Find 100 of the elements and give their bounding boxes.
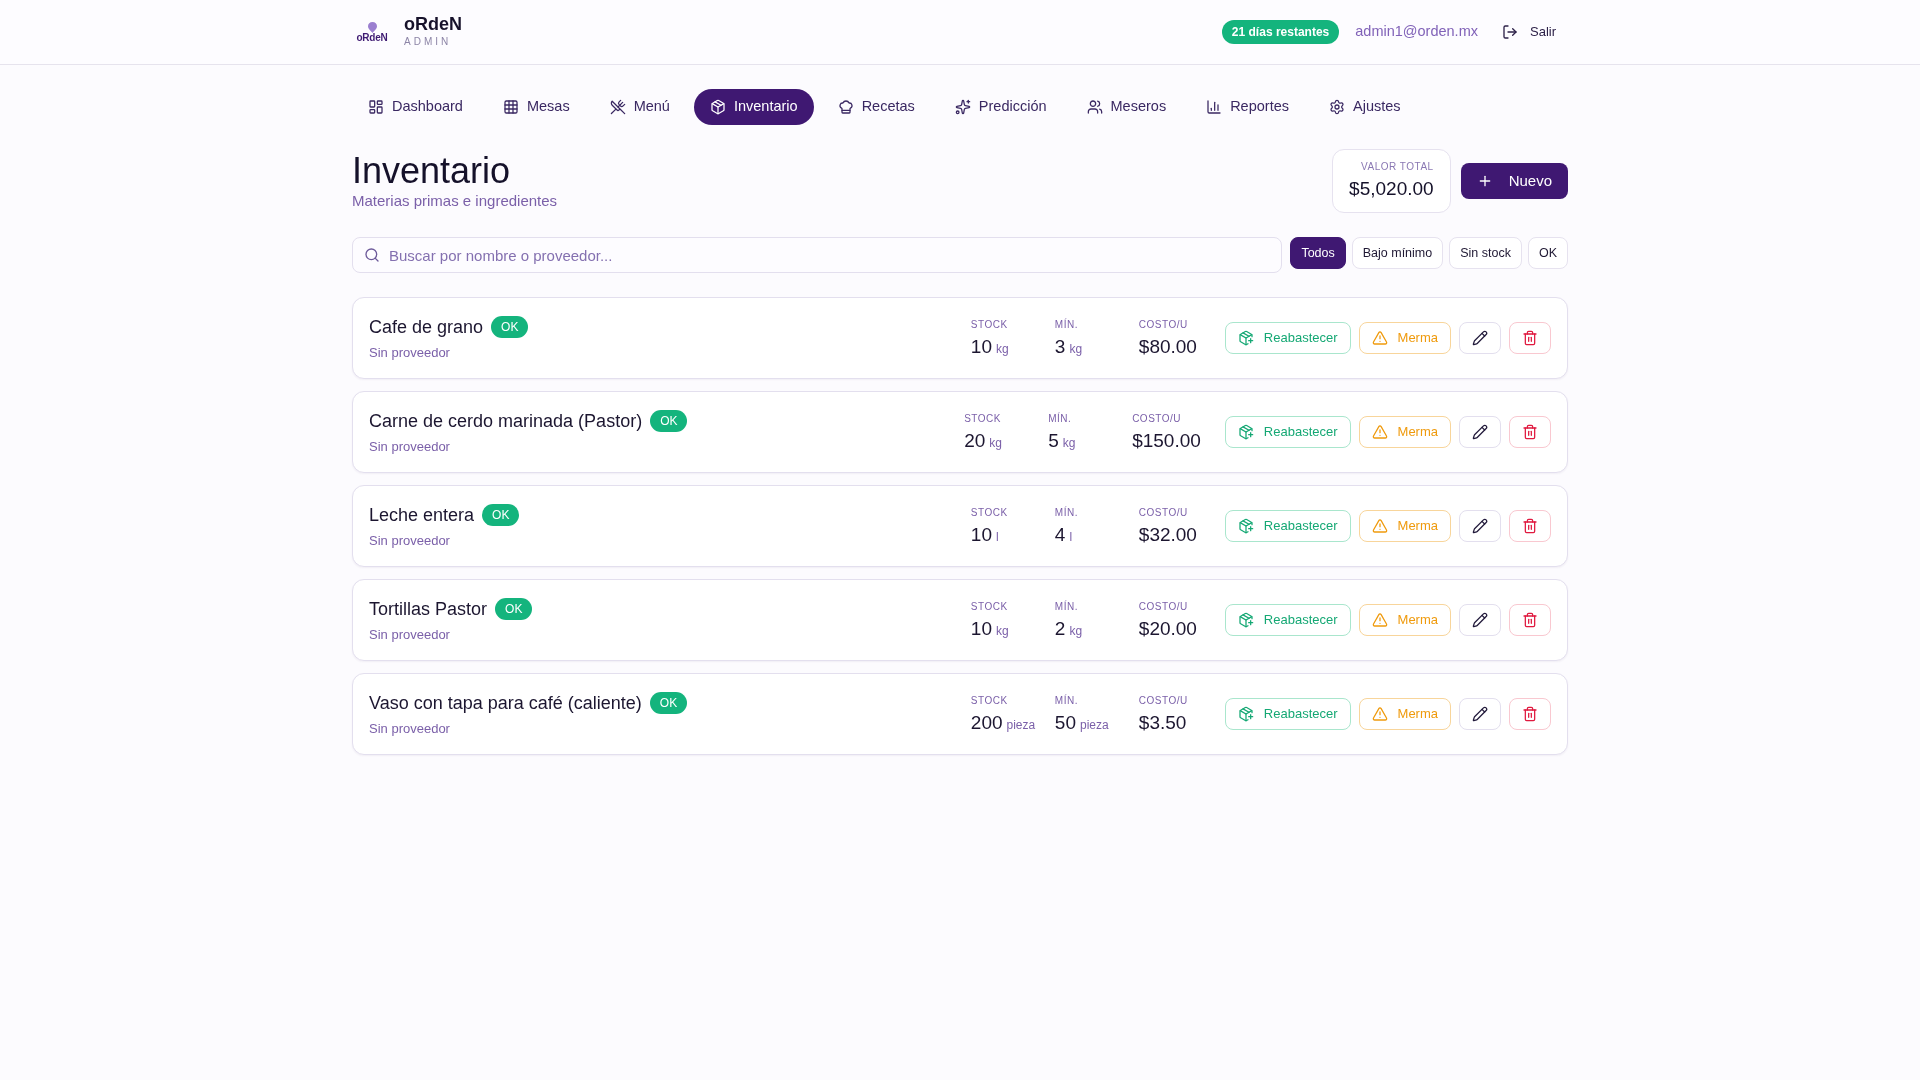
user-email: admin1@orden.mx <box>1355 22 1478 42</box>
filter-button[interactable]: Todos <box>1290 237 1346 269</box>
stat-value: $20.00 <box>1138 617 1197 641</box>
filter-button[interactable]: Sin stock <box>1449 237 1522 269</box>
item-name: Cafe de grano <box>369 316 484 339</box>
stat-value: 50 <box>1054 711 1076 735</box>
nav-tab[interactable]: Inventario <box>693 89 814 125</box>
delete-button[interactable] <box>1509 510 1551 542</box>
grid-icon <box>502 99 519 115</box>
supplier-text: Sin proveedor <box>369 720 451 738</box>
stat-value: 2 <box>1054 617 1066 641</box>
stat-label: COSTO/U <box>1138 318 1189 332</box>
warning-icon <box>1371 612 1388 628</box>
search-icon <box>364 247 380 263</box>
unit-label: l <box>995 529 999 546</box>
trash-icon <box>1522 330 1538 346</box>
stat-label: MÍN. <box>1054 317 1079 332</box>
stat-value: 10 <box>970 617 992 641</box>
filter-button[interactable]: Bajo mínimo <box>1351 237 1444 269</box>
stat-label: COSTO/U <box>1132 412 1183 426</box>
dashboard-icon <box>368 99 384 115</box>
stat-value: $3.50 <box>1138 711 1187 735</box>
delete-button[interactable] <box>1509 416 1551 448</box>
warning-icon <box>1371 424 1388 440</box>
nav-tab[interactable]: Mesas <box>486 89 586 125</box>
nav-tab[interactable]: Recetas <box>821 89 931 125</box>
warning-icon <box>1371 518 1388 534</box>
trial-badge: 21 días restantes <box>1221 20 1340 44</box>
page-title: Inventario <box>352 151 512 191</box>
unit-label: l <box>1069 529 1073 546</box>
pencil-icon <box>1472 612 1488 628</box>
stat-label: COSTO/U <box>1138 600 1189 614</box>
edit-button[interactable] <box>1459 698 1501 730</box>
nav-tab[interactable]: Menú <box>593 89 686 125</box>
item-name: Carne de cerdo marinada (Pastor) <box>369 410 643 433</box>
stat-value: 10 <box>970 523 992 547</box>
unit-label: kg <box>995 623 1009 640</box>
trash-icon <box>1522 612 1538 628</box>
stat-label: MÍN. <box>1054 599 1079 614</box>
stat-label: MÍN. <box>1054 693 1079 708</box>
box-plus-icon <box>1237 330 1254 346</box>
stat-label: STOCK <box>964 412 1002 426</box>
logout-button[interactable]: Salir <box>1490 16 1568 48</box>
supplier-text: Sin proveedor <box>369 626 451 644</box>
logo-text: oRdeN <box>356 32 388 43</box>
status-badge: OK <box>491 316 529 338</box>
delete-button[interactable] <box>1509 604 1551 636</box>
pencil-icon <box>1472 518 1488 534</box>
filter-button[interactable]: OK <box>1527 237 1568 269</box>
unit-label: kg <box>1069 341 1083 358</box>
unit-label: kg <box>1062 435 1076 452</box>
utensils-icon <box>609 99 626 115</box>
edit-button[interactable] <box>1459 322 1501 354</box>
search-field[interactable]: Buscar por nombre o proveedor... <box>352 237 1283 273</box>
page-subtitle: Materias primas e ingredientes <box>352 191 558 211</box>
edit-button[interactable] <box>1459 510 1501 542</box>
trash-icon <box>1522 706 1538 722</box>
trash-icon <box>1522 424 1538 440</box>
trash-icon <box>1522 518 1538 534</box>
pencil-icon <box>1472 330 1488 346</box>
nav-tab[interactable]: Dashboard <box>352 89 479 125</box>
warning-icon <box>1371 706 1388 722</box>
box-plus-icon <box>1237 424 1254 440</box>
new-button[interactable]: Nuevo <box>1460 163 1568 199</box>
stat-value: $150.00 <box>1132 429 1201 453</box>
chef-hat-icon <box>837 99 854 115</box>
edit-button[interactable] <box>1459 604 1501 636</box>
total-value: $5,020.00 <box>1349 177 1434 201</box>
edit-button[interactable] <box>1459 416 1501 448</box>
item-name: Vaso con tapa para café (caliente) <box>369 692 642 715</box>
stat-value: 3 <box>1054 335 1066 359</box>
nav-tab[interactable]: Predicción <box>938 89 1063 125</box>
pencil-icon <box>1472 424 1488 440</box>
brand-subtitle: ADMIN <box>404 35 453 49</box>
nav-tab[interactable]: Ajustes <box>1313 89 1417 125</box>
item-name: Leche entera <box>369 504 475 527</box>
delete-button[interactable] <box>1509 322 1551 354</box>
box-icon <box>709 99 726 115</box>
box-plus-icon <box>1237 612 1254 628</box>
stat-label: MÍN. <box>1054 505 1079 520</box>
box-plus-icon <box>1237 706 1254 722</box>
warning-icon <box>1371 330 1388 346</box>
stat-value: 20 <box>964 429 986 453</box>
stat-value: 4 <box>1054 523 1066 547</box>
stat-value: $80.00 <box>1138 335 1197 359</box>
brand-name: oRdeN <box>404 14 462 34</box>
stat-value: $32.00 <box>1138 523 1197 547</box>
nav-tab[interactable]: Meseros <box>1070 89 1183 125</box>
settings-icon <box>1329 99 1345 115</box>
nav-tab[interactable]: Reportes <box>1190 89 1305 125</box>
unit-label: kg <box>995 341 1009 358</box>
stat-label: STOCK <box>970 694 1009 708</box>
unit-label: kg <box>989 435 1002 452</box>
stat-label: COSTO/U <box>1138 694 1189 708</box>
delete-button[interactable] <box>1509 698 1551 730</box>
status-badge: OK <box>649 692 688 714</box>
supplier-text: Sin proveedor <box>369 344 451 362</box>
item-name: Tortillas Pastor <box>369 598 488 621</box>
total-label: VALOR TOTAL <box>1361 160 1434 174</box>
users-icon <box>1086 99 1103 115</box>
